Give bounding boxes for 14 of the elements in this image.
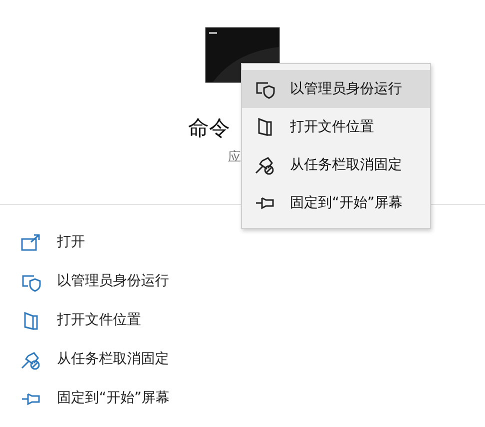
action-item[interactable]: 打开: [18, 223, 91, 262]
action-item[interactable]: 从任务栏取消固定: [18, 340, 175, 379]
open-icon: [20, 232, 42, 252]
unpin-icon: [254, 155, 276, 175]
unpin-icon: [20, 350, 42, 370]
menu-item[interactable]: 从任务栏取消固定: [242, 146, 430, 184]
menu-item[interactable]: 以管理员身份运行: [242, 70, 430, 108]
menu-item[interactable]: 打开文件位置: [242, 108, 430, 146]
app-title: 命令: [188, 118, 230, 139]
action-item[interactable]: 以管理员身份运行: [18, 262, 175, 301]
action-item[interactable]: 固定到“开始”屏幕: [18, 379, 176, 418]
app-subtitle: 应: [228, 151, 241, 164]
action-item[interactable]: 打开文件位置: [18, 301, 147, 340]
menu-item[interactable]: 固定到“开始”屏幕: [242, 184, 430, 222]
